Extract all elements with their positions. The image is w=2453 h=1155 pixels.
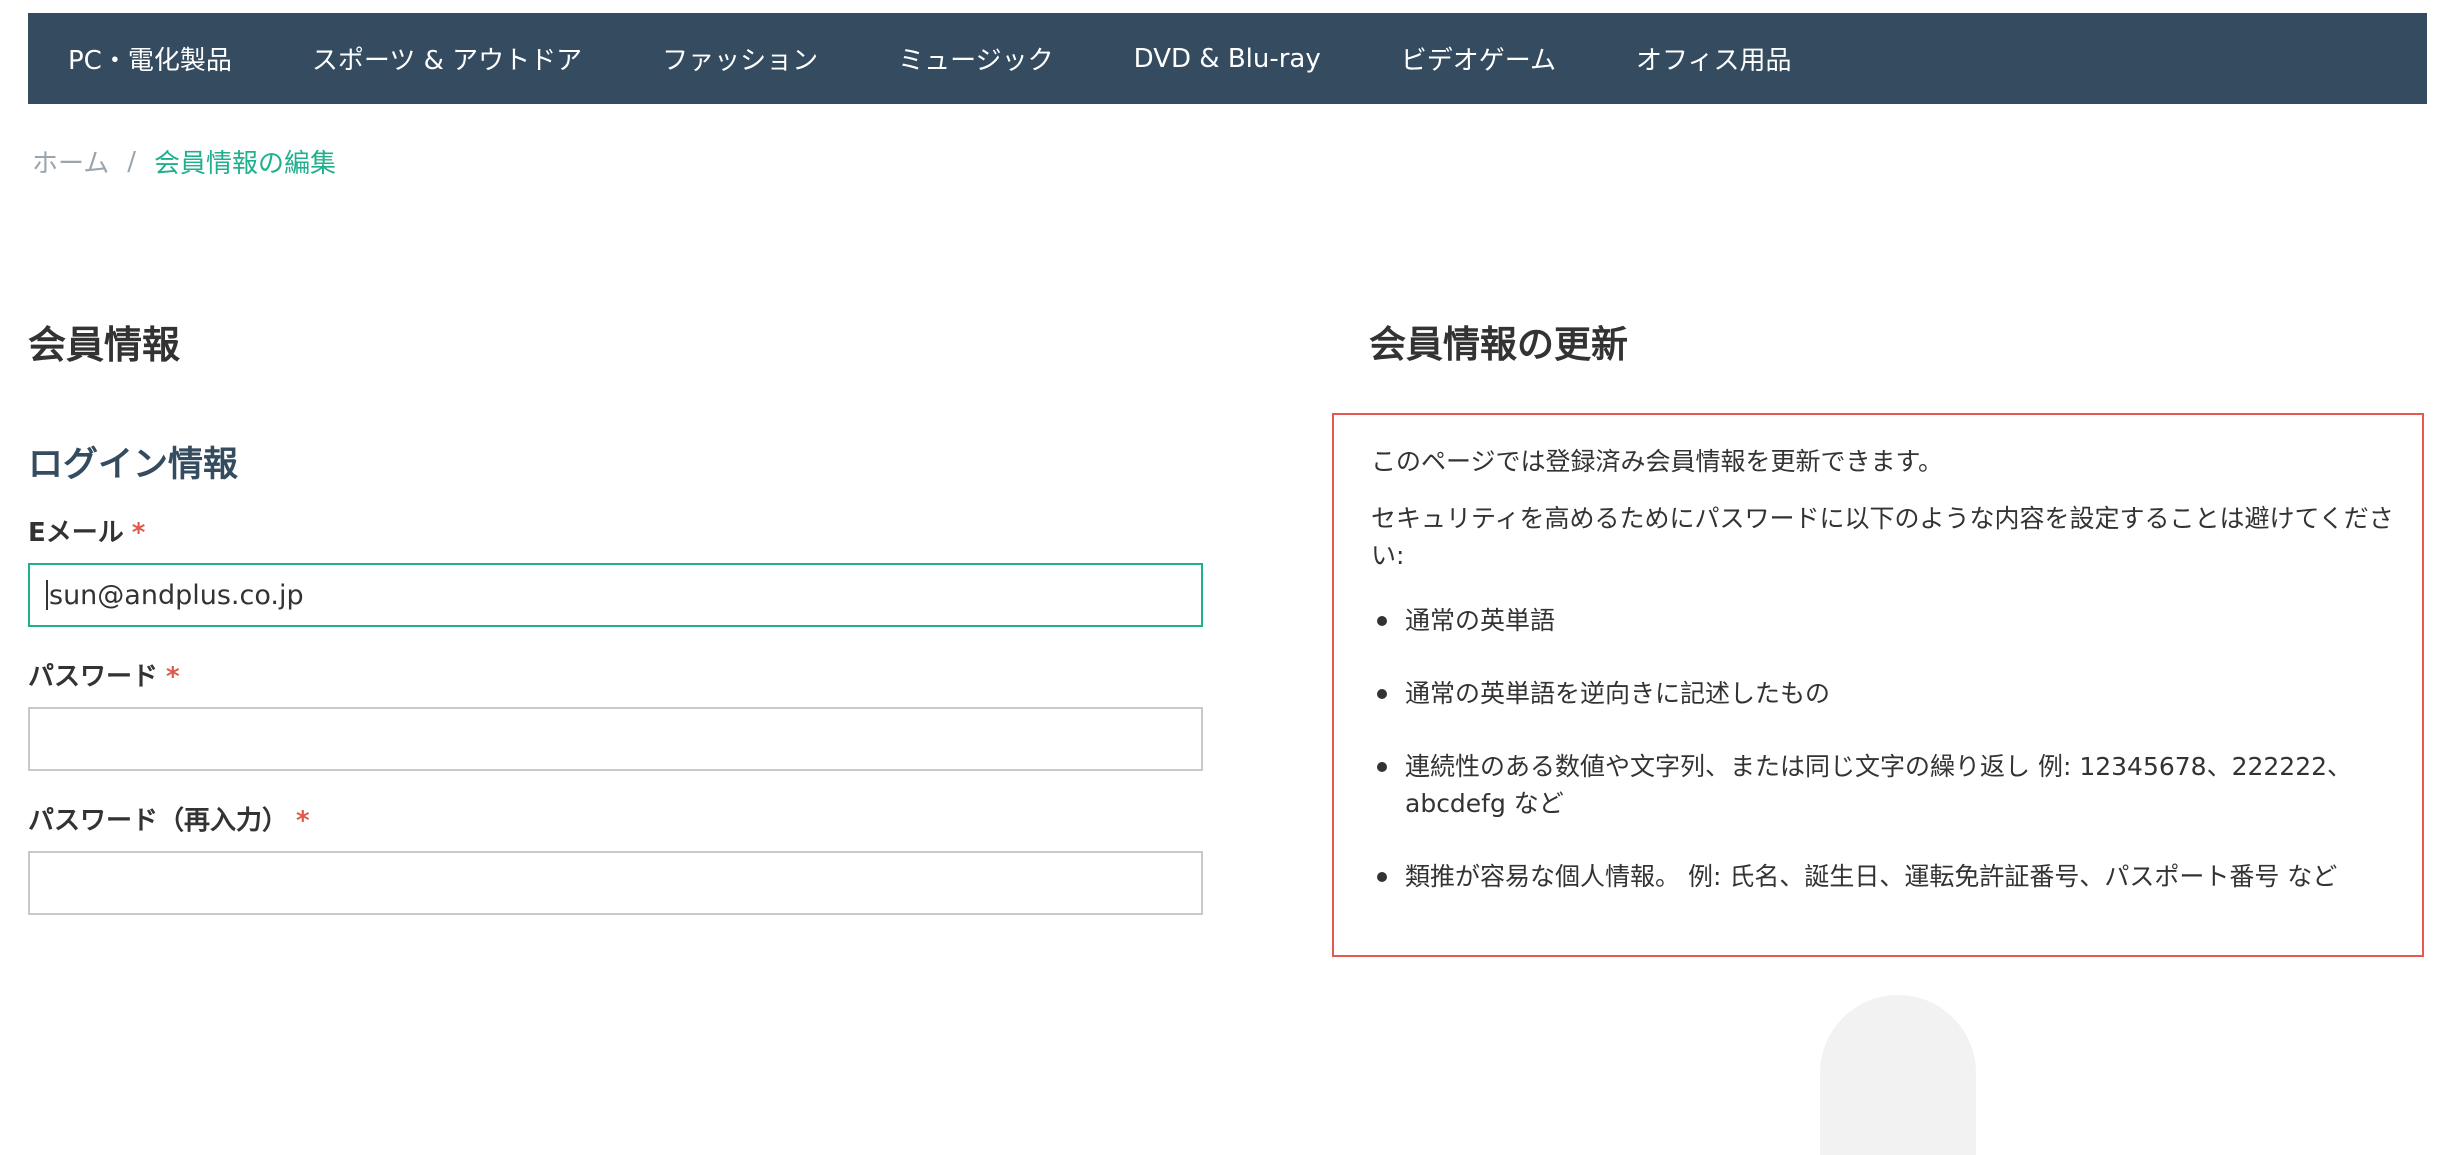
page-title: 会員情報 <box>28 323 181 367</box>
nav-item-sports-outdoor[interactable]: スポーツ & アウトドア <box>312 40 582 77</box>
text-cursor <box>46 580 48 610</box>
nav-item-office-supplies[interactable]: オフィス用品 <box>1636 40 1791 77</box>
password-confirm-field[interactable] <box>28 851 1203 915</box>
nav-item-music[interactable]: ミュージック <box>898 40 1053 77</box>
bullet-icon <box>1377 872 1387 882</box>
password-confirm-label-text: パスワード（再入力） <box>28 806 289 836</box>
breadcrumb-separator: / <box>127 146 136 177</box>
login-info-section-title: ログイン情報 <box>28 445 239 485</box>
bullet-icon <box>1377 616 1387 626</box>
list-item-text: 通常の英単語を逆向きに記述したもの <box>1405 679 1831 708</box>
breadcrumb: ホーム / 会員情報の編集 <box>32 143 336 180</box>
breadcrumb-current: 会員情報の編集 <box>154 149 337 179</box>
required-mark: * <box>296 806 310 836</box>
info-paragraph: このページでは登録済み会員情報を更新できます。 <box>1371 447 1944 476</box>
list-item: 類推が容易な個人情報。 例: 氏名、誕生日、運転免許証番号、パスポート番号 など <box>1377 858 2408 895</box>
password-confirm-label: パスワード（再入力） * <box>28 801 1203 841</box>
nav-item-dvd-bluray[interactable]: DVD & Blu-ray <box>1134 44 1321 74</box>
email-field-value: sun@andplus.co.jp <box>49 579 304 611</box>
nav-item-video-games[interactable]: ビデオゲーム <box>1401 40 1556 77</box>
email-label: Eメール * <box>28 513 1203 553</box>
member-info-form: 会員情報 ログイン情報 Eメール * sun@andplus.co.jp パスワー… <box>28 315 1203 915</box>
list-item-text: 連続性のある数値や文字列、または同じ文字の繰り返し 例: 12345678、22… <box>1405 752 2352 818</box>
bullet-icon <box>1377 762 1387 772</box>
breadcrumb-home-link[interactable]: ホーム <box>32 143 109 180</box>
nav-item-pc-electronics[interactable]: PC・電化製品 <box>68 40 232 77</box>
list-item-text: 類推が容易な個人情報。 例: 氏名、誕生日、運転免許証番号、パスポート番号 など <box>1405 862 2338 891</box>
password-advice-list: 通常の英単語 通常の英単語を逆向きに記述したもの 連続性のある数値や文字列、また… <box>1371 602 2408 895</box>
update-info-title: 会員情報の更新 <box>1369 323 1628 366</box>
email-field[interactable]: sun@andplus.co.jp <box>28 563 1203 627</box>
email-label-text: Eメール <box>28 518 124 548</box>
password-field[interactable] <box>28 707 1203 771</box>
password-label: パスワード * <box>28 657 1203 697</box>
list-item: 通常の英単語を逆向きに記述したもの <box>1377 675 2408 712</box>
update-info-panel: 会員情報の更新 このページでは登録済み会員情報を更新できます。 セキュリティを高… <box>1332 315 2424 957</box>
top-navigation: PC・電化製品 スポーツ & アウトドア ファッション ミュージック DVD &… <box>28 13 2427 104</box>
list-item: 通常の英単語 <box>1377 602 2408 639</box>
bullet-icon <box>1377 689 1387 699</box>
nav-item-fashion[interactable]: ファッション <box>662 40 818 77</box>
list-item-text: 通常の英単語 <box>1405 606 1556 635</box>
required-mark: * <box>131 518 146 548</box>
avatar-placeholder-icon <box>1820 995 1976 1155</box>
list-item: 連続性のある数値や文字列、または同じ文字の繰り返し 例: 12345678、22… <box>1377 748 2408 822</box>
required-mark: * <box>166 662 180 692</box>
password-label-text: パスワード <box>28 662 159 692</box>
password-advice-box: このページでは登録済み会員情報を更新できます。 セキュリティを高めるためにパスワ… <box>1332 413 2424 957</box>
info-paragraph: セキュリティを高めるためにパスワードに以下のような内容を設定することは避けてくだ… <box>1371 504 2394 570</box>
